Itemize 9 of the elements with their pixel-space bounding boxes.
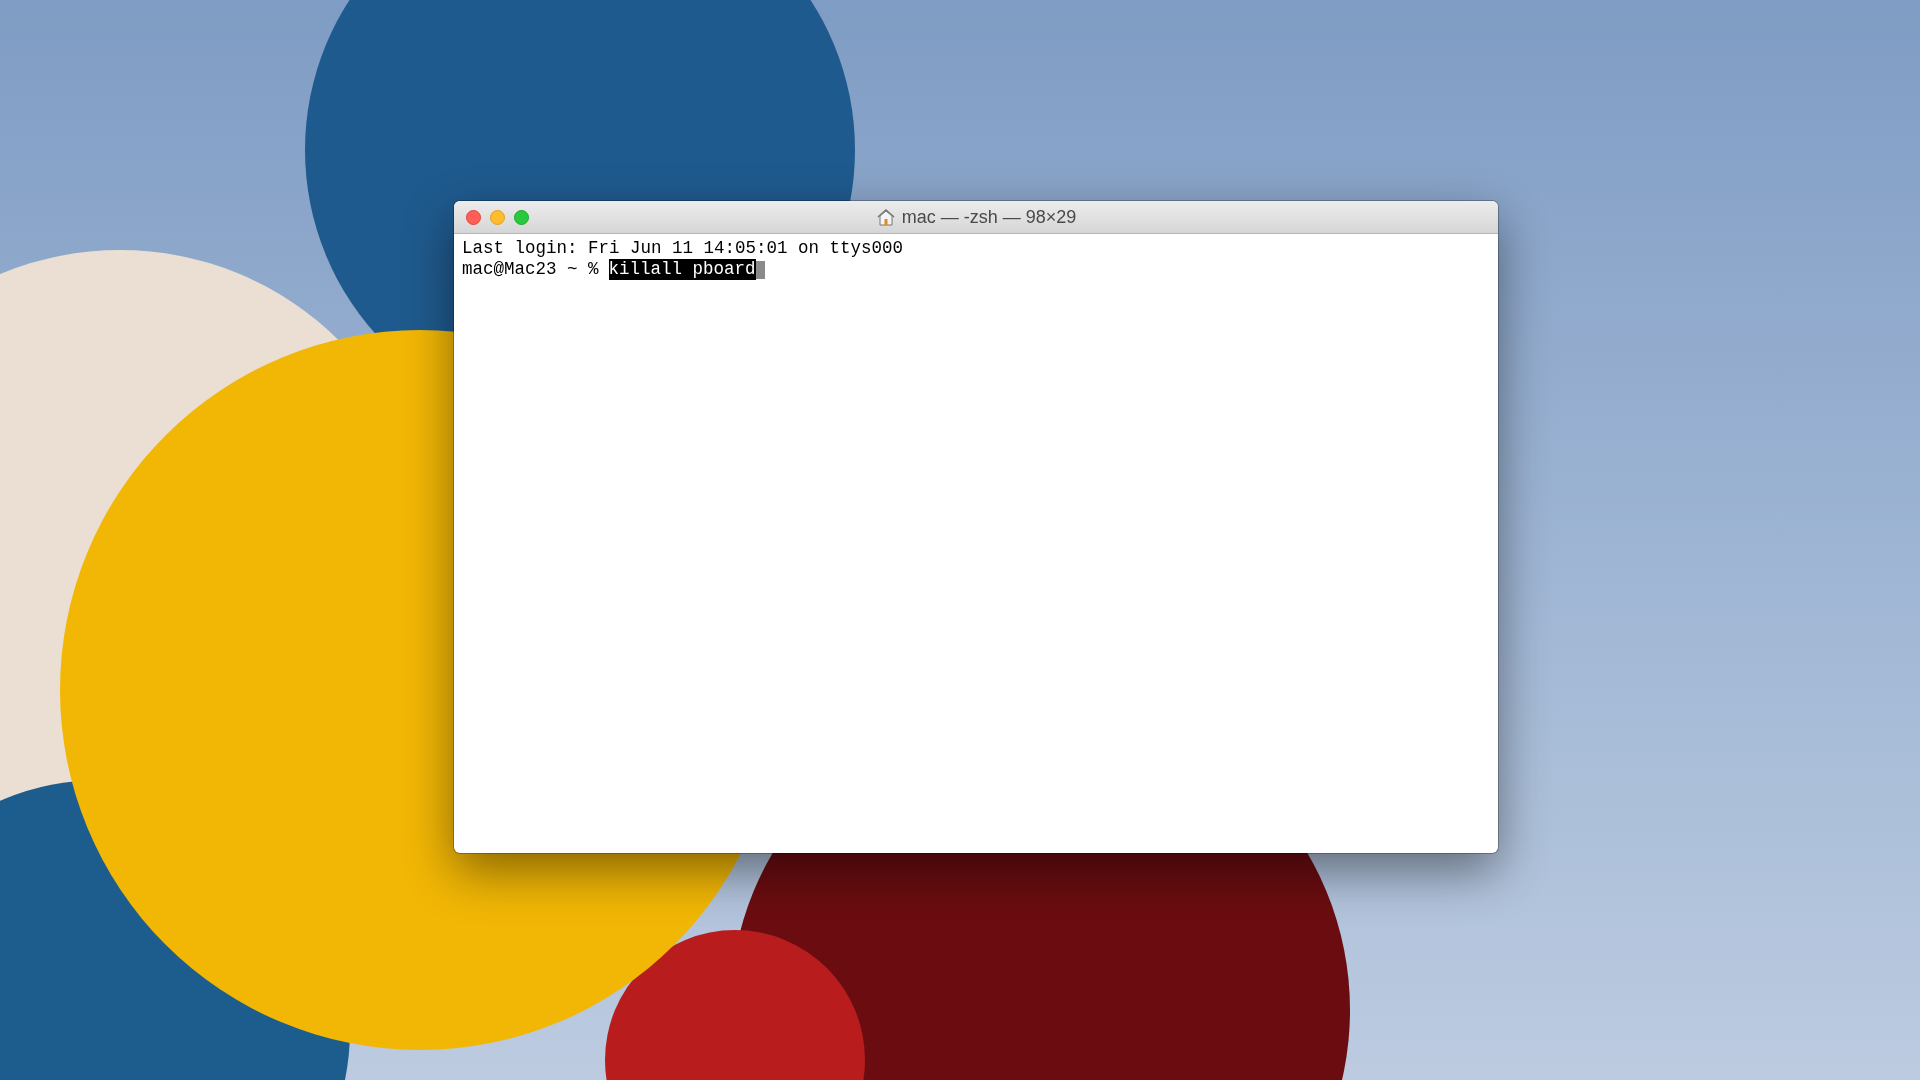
shell-prompt: mac@Mac23 ~ % xyxy=(462,259,599,280)
minimize-button[interactable] xyxy=(490,209,505,225)
zoom-button[interactable] xyxy=(514,209,529,225)
text-cursor xyxy=(755,260,765,279)
output-line: Last login: Fri Jun 11 14:05:01 on ttys000 xyxy=(462,238,904,259)
house-icon xyxy=(875,208,896,226)
window-title: mac — -zsh — 98×29 xyxy=(901,206,1077,228)
command-text: killall pboard xyxy=(608,259,756,280)
close-button[interactable] xyxy=(466,209,481,225)
